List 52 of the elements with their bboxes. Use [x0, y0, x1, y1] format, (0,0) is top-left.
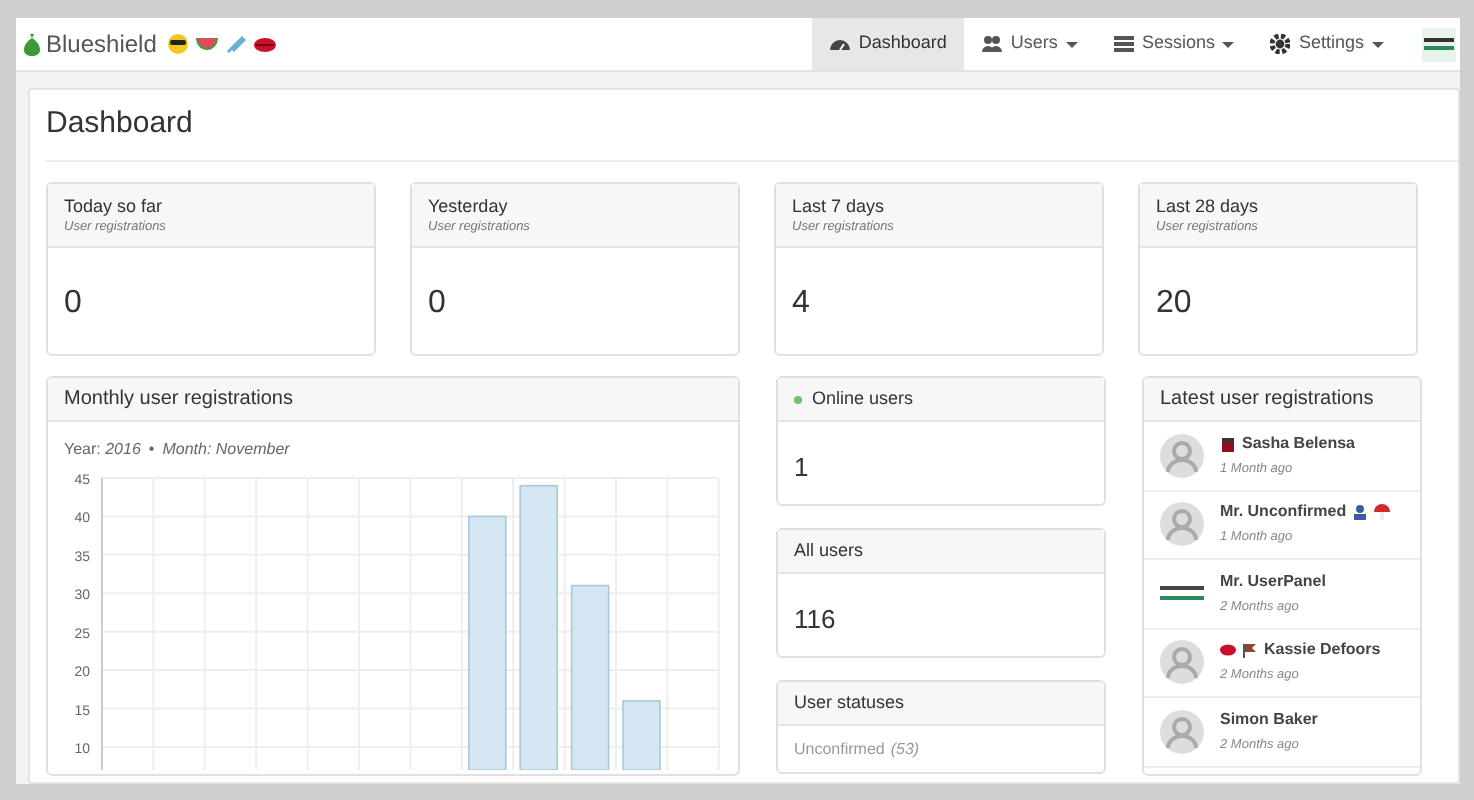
avatar-icon [1160, 502, 1204, 547]
watermelon-icon [196, 37, 219, 51]
lips-icon [254, 37, 277, 51]
card-title: Latest user registrations [1144, 378, 1420, 422]
card-title: Last 7 days [792, 194, 887, 218]
sunglasses-face-icon [168, 34, 189, 54]
flag-icon [1242, 642, 1258, 659]
mug-icon [1220, 435, 1236, 452]
stat-value: 116 [792, 602, 838, 638]
avatar-icon [1160, 709, 1204, 754]
card-title: All users [794, 537, 864, 564]
separator-dot: • [148, 440, 155, 458]
avatar-icon [1160, 640, 1204, 685]
bar [622, 700, 661, 770]
card-title: User statuses [778, 682, 1104, 726]
caption-label: Month: [162, 440, 214, 458]
logo-avatar-image [1160, 586, 1204, 601]
user-name: Mr. UserPanel [1220, 569, 1326, 594]
stat-value: 1 [792, 450, 811, 486]
card-title: Monthly user registrations [48, 378, 738, 422]
user-name: Sasha Belensa [1242, 431, 1355, 456]
person-icon [1352, 504, 1369, 521]
stat-value: 20 [1154, 284, 1194, 324]
money-bag-icon [24, 33, 40, 55]
nav-item[interactable]: Dashboard [812, 18, 965, 70]
list-icon [1113, 34, 1134, 54]
page-title: Dashboard [46, 90, 1458, 162]
online-status-icon [794, 395, 802, 403]
caption-label: Year: [64, 440, 103, 458]
stat-value: 0 [426, 284, 448, 324]
user-name: Kassie Defoors [1264, 638, 1381, 663]
mushroom-icon [1374, 504, 1391, 521]
status-label: Unconfirmed [794, 738, 885, 762]
status-count: (53) [890, 738, 920, 762]
brand-name[interactable]: Blueshield [46, 26, 157, 62]
card-title: Today so far [64, 194, 165, 218]
card-title: Online users [812, 385, 914, 412]
users-icon [982, 34, 1003, 54]
user-name: Simon Baker [1220, 707, 1318, 732]
card-title: Last 28 days [1156, 194, 1261, 218]
gauge-icon [830, 34, 851, 54]
avatar-icon [1160, 433, 1204, 478]
caption-value: 2016 [105, 440, 141, 458]
stat-value: 4 [790, 284, 812, 324]
user-name: Mr. Unconfirmed [1220, 500, 1347, 525]
caption-value: November [215, 440, 290, 458]
stat-value: 0 [62, 284, 84, 324]
syringe-icon [226, 34, 247, 54]
user-avatar-image[interactable] [1422, 27, 1456, 61]
lips-icon [1220, 642, 1236, 659]
card-title: Yesterday [428, 194, 510, 218]
settings-icon [1270, 34, 1291, 54]
